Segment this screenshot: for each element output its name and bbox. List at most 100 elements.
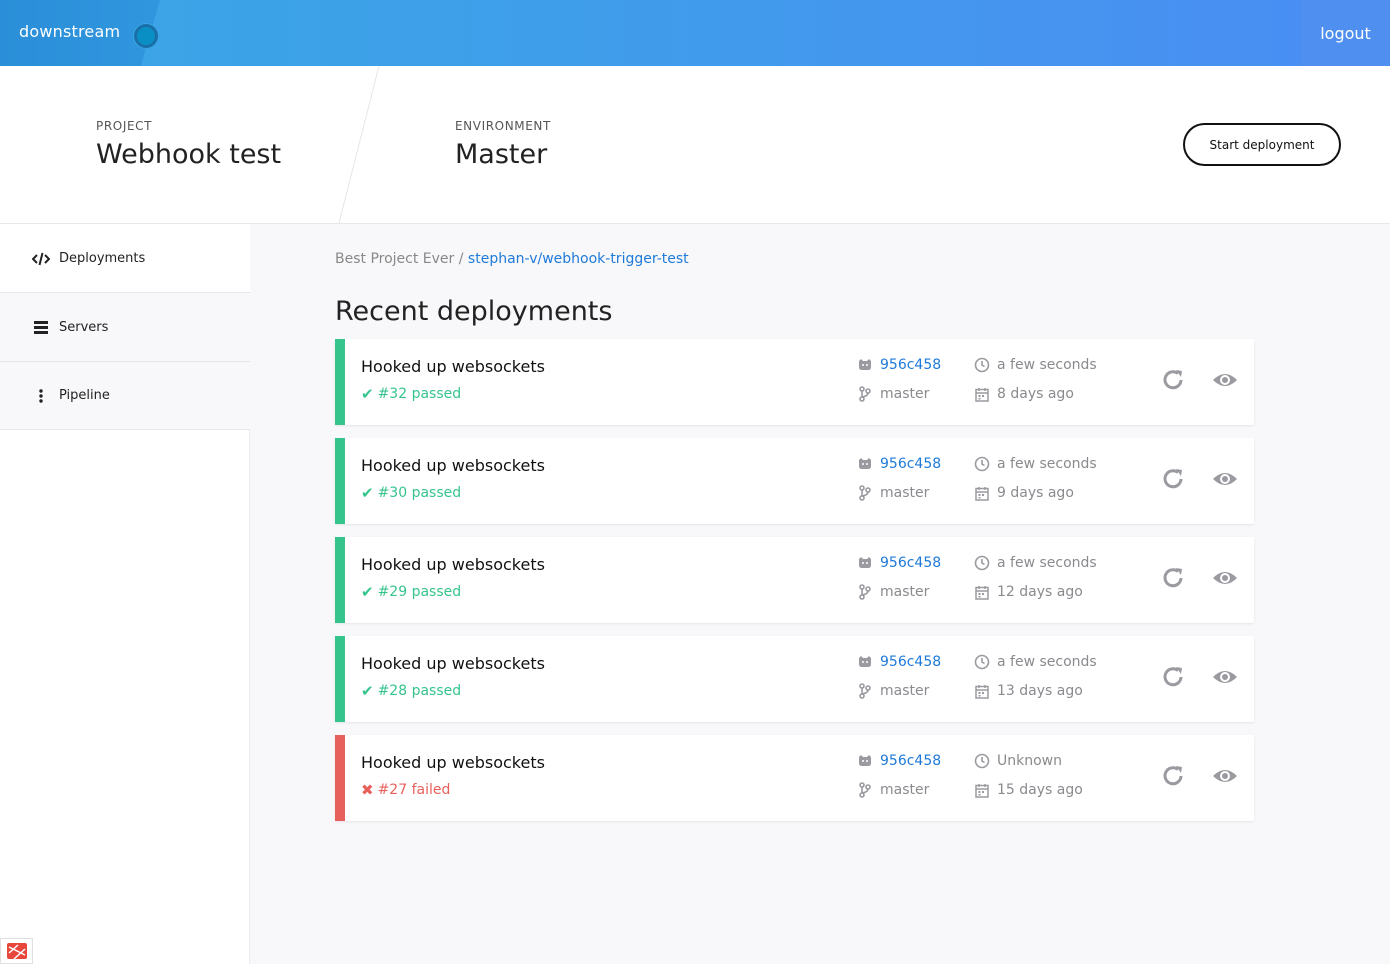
duration-text: a few seconds <box>997 456 1097 472</box>
redeploy-icon[interactable] <box>1159 563 1189 593</box>
duration-meta: a few seconds <box>974 654 1097 670</box>
view-icon[interactable] <box>1210 662 1240 692</box>
branch-meta: master <box>857 683 929 699</box>
clock-icon <box>974 456 990 472</box>
duration-meta: a few seconds <box>974 456 1097 472</box>
date-meta: 12 days ago <box>974 584 1083 600</box>
github-icon <box>857 555 873 571</box>
sidebar-item-deployments[interactable]: Deployments <box>0 224 250 293</box>
deployment-result: ✔ #32 passed <box>361 385 461 403</box>
sidebar-item-label: Servers <box>59 319 109 335</box>
project-header: PROJECT Webhook test ENVIRONMENT Master … <box>0 66 1390 224</box>
github-icon <box>857 654 873 670</box>
view-icon[interactable] <box>1210 563 1240 593</box>
breadcrumb-repo-link[interactable]: stephan-v/webhook-trigger-test <box>468 251 689 267</box>
deployment-card[interactable]: Hooked up websockets ✔ #32 passed 956c458 ma… <box>335 339 1254 425</box>
view-icon[interactable] <box>1210 464 1240 494</box>
branch-icon <box>857 485 873 501</box>
redeploy-icon[interactable] <box>1159 662 1189 692</box>
app-corner-icon[interactable] <box>0 938 33 964</box>
sidebar-item-servers[interactable]: Servers <box>0 292 250 361</box>
duration-text: a few seconds <box>997 357 1097 373</box>
deployment-card[interactable]: Hooked up websockets ✔ #29 passed 956c458 ma… <box>335 537 1254 623</box>
deployment-title: Hooked up websockets <box>361 654 545 673</box>
check-icon: ✔ <box>361 385 374 403</box>
clock-icon <box>974 357 990 373</box>
result-label: #28 passed <box>377 683 462 699</box>
commit-link[interactable]: 956c458 <box>880 753 941 769</box>
date-meta: 9 days ago <box>974 485 1074 501</box>
redeploy-icon[interactable] <box>1159 464 1189 494</box>
branch-name: master <box>880 485 930 501</box>
date-text: 9 days ago <box>997 485 1074 501</box>
deployment-result: ✔ #28 passed <box>361 682 461 700</box>
deployment-result: ✔ #29 passed <box>361 583 461 601</box>
redeploy-icon[interactable] <box>1159 761 1189 791</box>
commit-meta: 956c458 <box>857 357 941 373</box>
result-label: #32 passed <box>377 386 462 402</box>
duration-text: a few seconds <box>997 555 1097 571</box>
date-meta: 8 days ago <box>974 386 1074 402</box>
deployment-title: Hooked up websockets <box>361 357 545 376</box>
branch-icon <box>857 584 873 600</box>
clock-icon <box>974 555 990 571</box>
date-meta: 13 days ago <box>974 683 1083 699</box>
result-label: #30 passed <box>377 485 462 501</box>
date-text: 13 days ago <box>997 683 1083 699</box>
environment-name: Master <box>455 139 548 170</box>
deployment-result: ✔ #30 passed <box>361 484 461 502</box>
branch-icon <box>857 782 873 798</box>
header-divider <box>338 66 380 223</box>
start-deployment-button[interactable]: Start deployment <box>1183 123 1341 166</box>
deployment-title: Hooked up websockets <box>361 456 545 475</box>
redeploy-icon[interactable] <box>1159 365 1189 395</box>
calendar-icon <box>974 683 990 699</box>
commit-meta: 956c458 <box>857 753 941 769</box>
branch-name: master <box>880 782 930 798</box>
deployment-card[interactable]: Hooked up websockets ✔ #28 passed 956c458 ma… <box>335 636 1254 722</box>
github-icon <box>857 357 873 373</box>
branch-name: master <box>880 683 930 699</box>
branch-meta: master <box>857 782 929 798</box>
sidebar-item-label: Deployments <box>59 251 146 266</box>
branch-name: master <box>880 386 930 402</box>
calendar-icon <box>974 386 990 402</box>
branch-name: master <box>880 584 930 600</box>
date-text: 15 days ago <box>997 782 1083 798</box>
check-icon: ✔ <box>361 583 374 601</box>
deployment-title: Hooked up websockets <box>361 555 545 574</box>
view-icon[interactable] <box>1210 761 1240 791</box>
deployment-result: ✖ #27 failed <box>361 781 450 799</box>
duration-meta: a few seconds <box>974 555 1097 571</box>
status-bar <box>335 636 345 722</box>
logout-button[interactable]: logout <box>1301 0 1390 66</box>
check-icon: ✔ <box>361 484 374 502</box>
cross-icon: ✖ <box>361 781 374 799</box>
deployment-card[interactable]: Hooked up websockets ✔ #30 passed 956c458 ma… <box>335 438 1254 524</box>
calendar-icon <box>974 485 990 501</box>
branch-icon <box>857 386 873 402</box>
status-bar <box>335 735 345 821</box>
environment-label: ENVIRONMENT <box>455 119 551 133</box>
status-bar <box>335 438 345 524</box>
result-label: #29 passed <box>377 584 462 600</box>
duration-meta: a few seconds <box>974 357 1097 373</box>
pipeline-icon <box>32 388 50 404</box>
date-text: 12 days ago <box>997 584 1083 600</box>
duration-text: a few seconds <box>997 654 1097 670</box>
commit-link[interactable]: 956c458 <box>880 555 941 571</box>
date-meta: 15 days ago <box>974 782 1083 798</box>
sidebar-item-pipeline[interactable]: Pipeline <box>0 361 250 430</box>
deployment-card[interactable]: Hooked up websockets ✖ #27 failed 956c458 ma… <box>335 735 1254 821</box>
commit-link[interactable]: 956c458 <box>880 456 941 472</box>
branch-icon <box>857 683 873 699</box>
breadcrumb-parent[interactable]: Best Project Ever / <box>335 251 463 267</box>
breadcrumb: Best Project Ever / stephan-v/webhook-tr… <box>335 251 689 267</box>
commit-link[interactable]: 956c458 <box>880 654 941 670</box>
project-label: PROJECT <box>96 119 153 133</box>
status-bar <box>335 339 345 425</box>
brand-logo[interactable]: downstream <box>19 22 120 41</box>
commit-link[interactable]: 956c458 <box>880 357 941 373</box>
project-name: Webhook test <box>96 139 282 170</box>
view-icon[interactable] <box>1210 365 1240 395</box>
